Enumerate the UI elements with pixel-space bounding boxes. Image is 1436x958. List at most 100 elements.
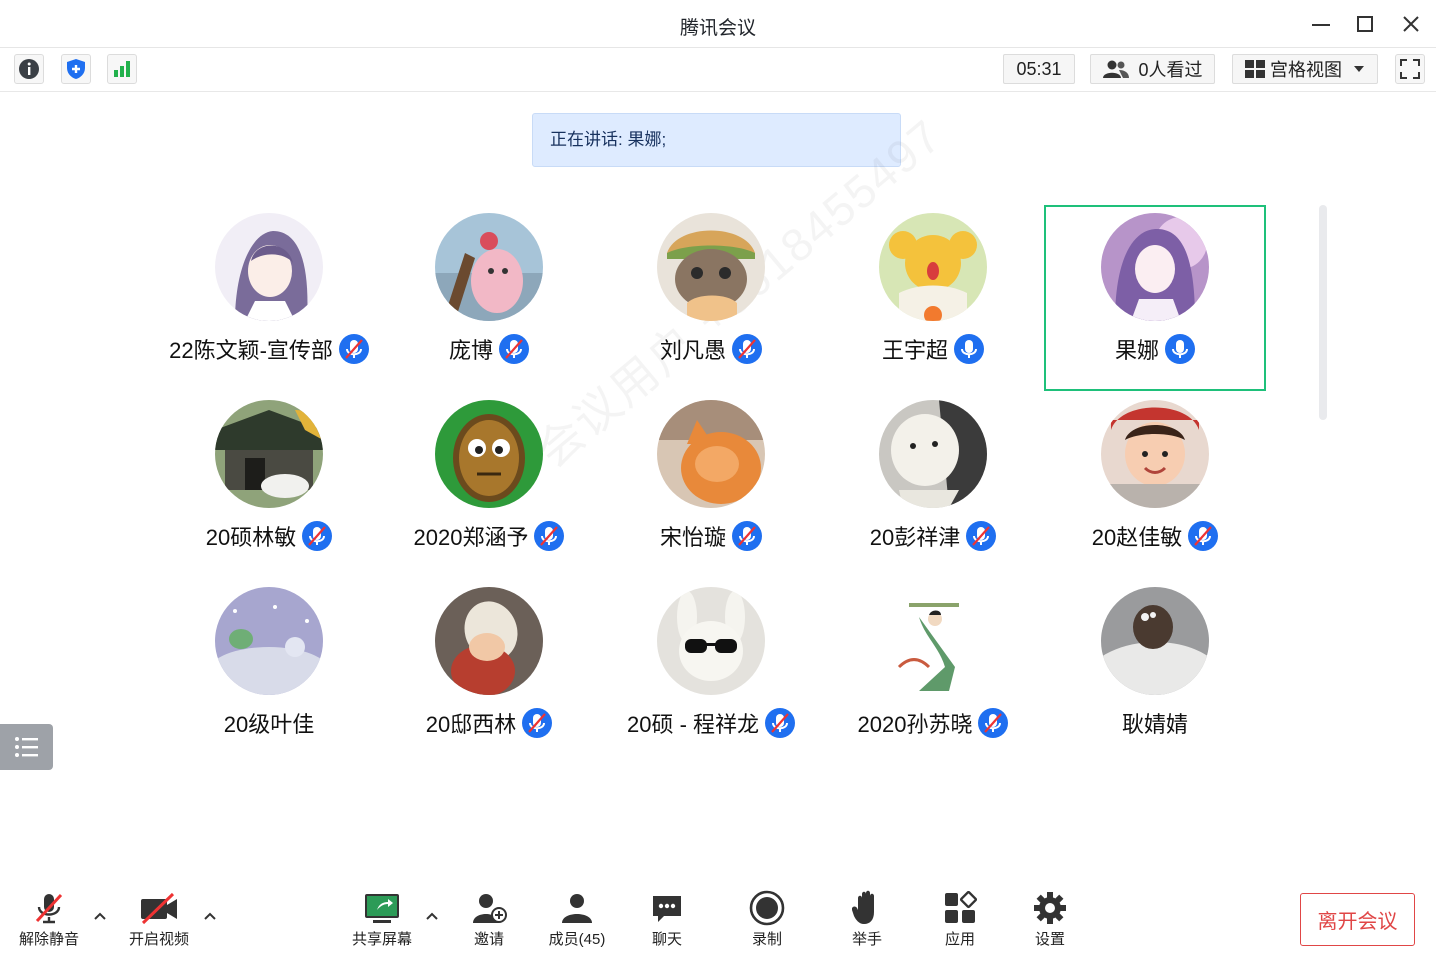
info-icon [19,59,39,79]
video-off-icon [141,892,177,925]
participant-tile[interactable]: 20赵佳敏 [1044,392,1266,578]
participant-name: 果娜 [1114,338,1159,363]
view-mode-dropdown[interactable]: 宫格视图 [1232,54,1378,84]
shield-icon [67,59,85,79]
mic-muted-icon [338,334,369,364]
avatar [435,213,543,321]
grid-view-icon [1245,60,1265,78]
participant-name: 20硕 - 程祥龙 [626,712,760,737]
participant-name-row: 宋怡璇 [600,520,822,552]
mic-muted-icon [522,708,553,738]
chevron-up-icon [204,912,216,920]
video-options-caret[interactable] [202,908,218,924]
mic-muted-icon [35,893,63,924]
participant-tile[interactable]: 2020郑涵予 [378,392,600,578]
share-options-caret[interactable] [424,908,440,924]
record-button[interactable]: 录制 [747,888,787,949]
apps-button[interactable]: 应用 [940,888,980,949]
participant-name-row: 王宇超 [822,333,1044,365]
leave-meeting-button[interactable]: 离开会议 [1300,893,1415,946]
participant-tile[interactable]: 庞博 [378,205,600,391]
close-button[interactable] [1396,10,1426,38]
close-icon [1403,16,1419,32]
meeting-info-button[interactable] [14,54,44,84]
signal-bars-icon [114,61,130,77]
raise-hand-button[interactable]: 举手 [848,888,886,949]
share-screen-button[interactable]: 共享屏幕 [349,888,415,949]
unmute-label: 解除静音 [18,931,79,948]
viewers-count-button[interactable]: 0人看过 [1090,54,1215,84]
avatar [435,587,543,695]
participant-tile[interactable]: 刘凡愚 [600,205,822,391]
caret-down-icon [1354,66,1364,72]
chat-label: 聊天 [651,931,682,948]
start-video-button[interactable]: 开启视频 [126,888,192,949]
minimize-button[interactable] [1306,10,1336,38]
apps-label: 应用 [944,931,975,948]
members-icon [562,894,592,923]
security-button[interactable] [61,54,91,84]
participant-name: 耿婧婧 [1121,712,1188,737]
participant-name: 20级叶佳 [223,712,315,737]
avatar [657,213,765,321]
audio-options-caret[interactable] [92,908,108,924]
fullscreen-button[interactable] [1395,54,1425,84]
participant-tile[interactable]: 20邸西林 [378,579,600,765]
members-button[interactable]: 成员(45) [546,888,608,949]
participant-name-row: 20彭祥津 [822,520,1044,552]
mic-muted-icon [765,708,796,738]
participant-name-row: 刘凡愚 [600,333,822,365]
participant-name: 20彭祥津 [869,525,961,550]
invite-button[interactable]: 邀请 [468,888,510,949]
avatar [1101,400,1209,508]
participant-tile[interactable]: 王宇超 [822,205,1044,391]
participant-name: 王宇超 [881,338,948,363]
participant-name-row: 果娜 [1046,333,1264,365]
avatar [215,400,323,508]
network-status-button[interactable] [107,54,137,84]
start-video-label: 开启视频 [128,931,189,948]
participant-name: 宋怡璇 [659,525,726,550]
viewers-text: 0人看过 [1138,60,1203,80]
participant-tile[interactable]: 20级叶佳 [158,579,380,765]
mic-muted-icon [732,334,762,364]
settings-label: 设置 [1034,931,1065,948]
participant-list-toggle[interactable] [0,724,53,770]
participant-name: 20邸西林 [425,712,517,737]
settings-button[interactable]: 设置 [1030,888,1070,949]
participant-name-row: 20级叶佳 [158,707,380,739]
window-title: 腾讯会议 [679,18,756,39]
participant-name-row: 20邸西林 [378,707,600,739]
avatar [215,587,323,695]
participant-tile-active-speaker[interactable]: 果娜 [1044,205,1266,391]
participant-name: 2020郑涵予 [413,525,529,550]
mic-muted-icon [1188,521,1219,551]
participant-name-row: 2020孙苏晓 [822,707,1044,739]
avatar [1101,213,1209,321]
participant-tile[interactable]: 2020孙苏晓 [822,579,1044,765]
chat-button[interactable]: 聊天 [648,888,686,949]
participant-tile[interactable]: 20彭祥津 [822,392,1044,578]
participant-name: 20赵佳敏 [1091,525,1183,550]
raise-hand-label: 举手 [851,931,882,948]
add-person-icon [473,894,507,923]
avatar [657,587,765,695]
maximize-button[interactable] [1350,10,1380,38]
mic-muted-icon [534,521,565,551]
participant-name-row: 20硕 - 程祥龙 [600,707,822,739]
participant-name: 22陈文颖-宣传部 [169,338,333,363]
meeting-timer: 05:31 [1003,54,1075,84]
invite-label: 邀请 [473,931,504,948]
grid-scrollbar[interactable] [1319,205,1327,420]
people-icon [1103,60,1130,78]
participant-name: 刘凡愚 [659,338,726,363]
chevron-up-icon [94,912,106,920]
participant-tile[interactable]: 耿婧婧 [1044,579,1266,765]
participant-tile[interactable]: 20硕林敏 [158,392,380,578]
unmute-button[interactable]: 解除静音 [17,888,81,949]
participant-tile[interactable]: 宋怡璇 [600,392,822,578]
bottom-control-bar: 解除静音 开启视频 共享屏幕 邀请 成员(45) 聊天 录制 举手 应用 设置 … [0,876,1436,958]
list-icon [14,737,38,757]
participant-tile[interactable]: 22陈文颖-宣传部 [158,205,380,391]
participant-tile[interactable]: 20硕 - 程祥龙 [600,579,822,765]
